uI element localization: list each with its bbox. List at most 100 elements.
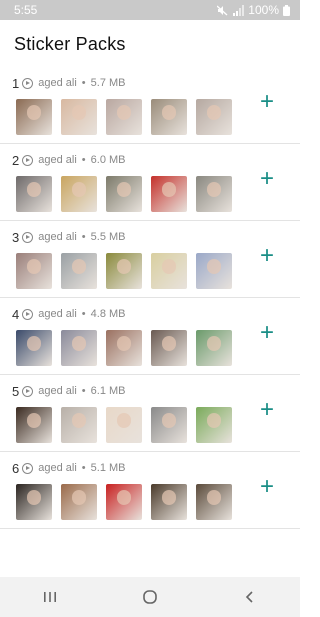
play-icon[interactable] (22, 308, 34, 320)
pack-size: 6.1 MB (90, 385, 126, 397)
sticker-subject (71, 105, 87, 120)
bullet-separator: • (81, 385, 86, 397)
signal-icon (233, 4, 245, 16)
pack-author: aged ali (38, 462, 77, 474)
pack-number: 3 (12, 229, 20, 245)
sticker-subject (206, 259, 222, 274)
sticker-thumbnail[interactable] (196, 253, 232, 289)
play-icon[interactable] (22, 154, 34, 166)
play-icon[interactable] (22, 231, 34, 243)
sticker-subject (206, 336, 222, 351)
sticker-subject (161, 105, 177, 120)
sticker-thumbnail[interactable] (16, 99, 52, 135)
pack-author: aged ali (38, 77, 77, 89)
battery-icon (283, 4, 290, 16)
pack-header: 5 aged ali • 6.1 MB (12, 383, 126, 399)
play-icon[interactable] (22, 385, 34, 397)
sticker-subject (206, 105, 222, 120)
battery-percent: 100% (248, 3, 279, 17)
sticker-thumbnail[interactable] (151, 407, 187, 443)
sticker-subject (206, 413, 222, 428)
pack-size: 4.8 MB (90, 308, 126, 320)
pack-number: 1 (12, 75, 20, 91)
sticker-thumbnail[interactable] (106, 407, 142, 443)
sticker-thumbnail[interactable] (106, 253, 142, 289)
system-nav-bar (0, 577, 300, 617)
sticker-thumbnail[interactable] (61, 330, 97, 366)
sticker-subject (71, 490, 87, 505)
pack-number: 5 (12, 383, 20, 399)
sticker-subject (26, 182, 42, 197)
add-pack-button[interactable]: + (256, 398, 278, 422)
sticker-thumbnail[interactable] (106, 484, 142, 520)
sticker-pack-row[interactable]: 5 aged ali • 6.1 MB + (0, 375, 300, 452)
sticker-thumbnail[interactable] (151, 484, 187, 520)
sticker-thumbnail[interactable] (196, 330, 232, 366)
sticker-thumbnail[interactable] (61, 407, 97, 443)
status-time: 5:55 (14, 3, 38, 17)
sticker-subject (71, 259, 87, 274)
sticker-preview-strip (16, 330, 232, 366)
back-button[interactable] (230, 582, 270, 612)
sticker-subject (161, 336, 177, 351)
sticker-thumbnail[interactable] (106, 99, 142, 135)
sticker-pack-row[interactable]: 3 aged ali • 5.5 MB + (0, 221, 300, 298)
bullet-separator: • (81, 308, 86, 320)
sticker-subject (71, 336, 87, 351)
sticker-pack-row[interactable]: 6 aged ali • 5.1 MB + (0, 452, 300, 529)
sticker-thumbnail[interactable] (196, 484, 232, 520)
sticker-pack-row[interactable]: 2 aged ali • 6.0 MB + (0, 144, 300, 221)
sticker-thumbnail[interactable] (61, 99, 97, 135)
sticker-thumbnail[interactable] (196, 176, 232, 212)
pack-size: 5.5 MB (90, 231, 126, 243)
sticker-thumbnail[interactable] (61, 176, 97, 212)
pack-author: aged ali (38, 308, 77, 320)
sticker-thumbnail[interactable] (16, 176, 52, 212)
mute-icon (217, 5, 228, 15)
sticker-thumbnail[interactable] (196, 99, 232, 135)
sticker-subject (161, 413, 177, 428)
sticker-pack-row[interactable]: 1 aged ali • 5.7 MB + (0, 67, 300, 144)
bullet-separator: • (81, 154, 86, 166)
play-icon[interactable] (22, 77, 34, 89)
recent-apps-button[interactable] (30, 582, 70, 612)
sticker-thumbnail[interactable] (151, 253, 187, 289)
sticker-thumbnail[interactable] (106, 330, 142, 366)
add-pack-button[interactable]: + (256, 167, 278, 191)
pack-author: aged ali (38, 154, 77, 166)
sticker-thumbnail[interactable] (61, 484, 97, 520)
sticker-thumbnail[interactable] (16, 253, 52, 289)
pack-header: 2 aged ali • 6.0 MB (12, 152, 126, 168)
sticker-thumbnail[interactable] (16, 407, 52, 443)
play-icon[interactable] (22, 462, 34, 474)
add-pack-button[interactable]: + (256, 244, 278, 268)
pack-size: 5.7 MB (90, 77, 126, 89)
sticker-preview-strip (16, 484, 232, 520)
sticker-thumbnail[interactable] (61, 253, 97, 289)
add-pack-button[interactable]: + (256, 90, 278, 114)
sticker-subject (26, 105, 42, 120)
sticker-subject (116, 490, 132, 505)
sticker-subject (116, 182, 132, 197)
status-icons: 100% (217, 3, 290, 17)
home-button[interactable] (130, 582, 170, 612)
sticker-thumbnail[interactable] (151, 176, 187, 212)
bullet-separator: • (81, 462, 86, 474)
bullet-separator: • (81, 77, 86, 89)
sticker-subject (161, 259, 177, 274)
pack-number: 2 (12, 152, 20, 168)
add-pack-button[interactable]: + (256, 321, 278, 345)
sticker-thumbnail[interactable] (196, 407, 232, 443)
sticker-pack-row[interactable]: 4 aged ali • 4.8 MB + (0, 298, 300, 375)
sticker-subject (116, 413, 132, 428)
sticker-preview-strip (16, 253, 232, 289)
sticker-thumbnail[interactable] (106, 176, 142, 212)
pack-size: 6.0 MB (90, 154, 126, 166)
status-bar: 5:55 100% (0, 0, 300, 20)
sticker-thumbnail[interactable] (151, 99, 187, 135)
bullet-separator: • (81, 231, 86, 243)
add-pack-button[interactable]: + (256, 475, 278, 499)
sticker-thumbnail[interactable] (16, 484, 52, 520)
sticker-thumbnail[interactable] (16, 330, 52, 366)
sticker-thumbnail[interactable] (151, 330, 187, 366)
